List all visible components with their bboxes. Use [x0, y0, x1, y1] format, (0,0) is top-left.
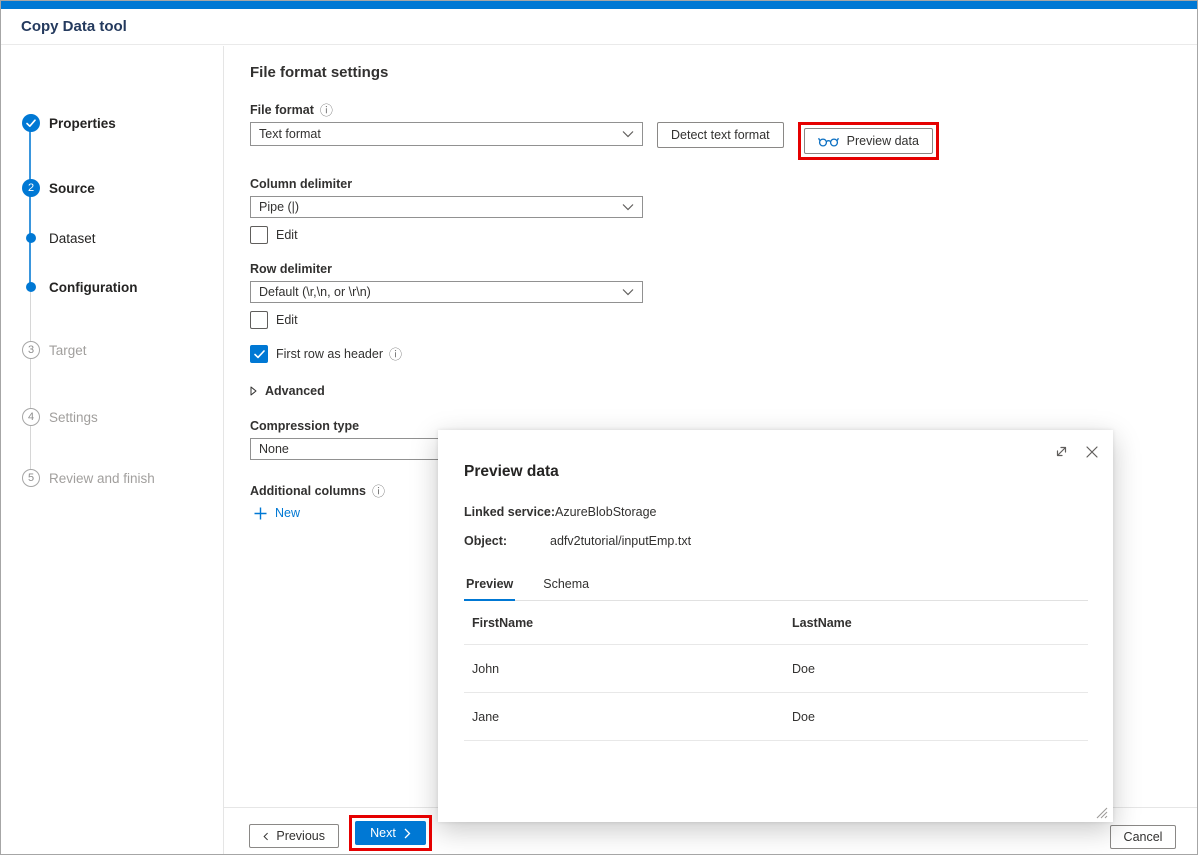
step-label: Review and finish — [49, 471, 155, 486]
step-label: Settings — [49, 410, 98, 425]
section-heading: File format settings — [250, 64, 1197, 81]
info-icon[interactable]: ⓘ — [372, 485, 385, 498]
row-delimiter-edit-checkbox[interactable]: Edit — [250, 311, 1197, 329]
window-header: Copy Data tool — [1, 9, 1197, 45]
info-icon[interactable]: ⓘ — [389, 348, 402, 361]
step-label: Target — [49, 343, 87, 358]
table-cell: Doe — [784, 710, 1088, 724]
table-row: John Doe — [464, 645, 1088, 693]
step-target[interactable]: 3 Target — [22, 341, 87, 359]
column-header: LastName — [784, 616, 1088, 630]
column-delimiter-label: Column delimiter — [250, 177, 1197, 191]
table-cell: Jane — [464, 710, 784, 724]
object-value: adfv2tutorial/inputEmp.txt — [550, 534, 691, 548]
step-properties[interactable]: Properties — [22, 114, 116, 132]
stepper-connector-active — [29, 123, 31, 287]
chevron-down-icon — [622, 130, 634, 138]
preview-table: FirstName LastName John Doe Jane Doe — [464, 601, 1088, 741]
highlight-box-preview-data: Preview data — [798, 122, 939, 160]
resize-handle[interactable] — [1094, 805, 1108, 819]
first-row-as-header-checkbox[interactable]: First row as header ⓘ — [250, 345, 1197, 363]
step-dot-icon — [22, 229, 40, 247]
chevron-down-icon — [622, 288, 634, 296]
plus-icon — [254, 507, 267, 520]
chevron-right-icon — [404, 828, 411, 839]
cancel-button[interactable]: Cancel — [1110, 825, 1176, 849]
preview-data-dialog: Preview data Linked service: AzureBlobSt… — [438, 430, 1113, 822]
accent-topbar — [1, 1, 1197, 9]
step-label: Properties — [49, 116, 116, 131]
linked-service-label: Linked service: — [464, 505, 555, 519]
expand-dialog-button[interactable] — [1053, 443, 1070, 460]
chevron-left-icon — [263, 831, 268, 842]
column-delimiter-edit-checkbox[interactable]: Edit — [250, 226, 1197, 244]
column-delimiter-dropdown[interactable]: Pipe (|) — [250, 196, 643, 218]
checkbox-unchecked-icon — [250, 226, 268, 244]
step-number-badge: 5 — [22, 469, 40, 487]
step-number-badge: 4 — [22, 408, 40, 426]
step-number-badge: 2 — [22, 179, 40, 197]
column-header: FirstName — [464, 616, 784, 630]
step-completed-icon — [22, 114, 40, 132]
step-label: Source — [49, 181, 95, 196]
wizard-stepper: Properties 2 Source Dataset Configuratio… — [1, 46, 224, 854]
step-label: Configuration — [49, 280, 137, 295]
info-icon[interactable]: ⓘ — [320, 104, 333, 117]
dialog-title: Preview data — [464, 463, 1088, 481]
chevron-down-icon — [622, 203, 634, 211]
step-source[interactable]: 2 Source — [22, 179, 95, 197]
file-format-dropdown[interactable]: Text format — [250, 122, 643, 146]
detect-text-format-button[interactable]: Detect text format — [657, 122, 784, 148]
next-button[interactable]: Next — [355, 821, 426, 845]
table-header-row: FirstName LastName — [464, 601, 1088, 645]
close-dialog-button[interactable] — [1083, 443, 1100, 460]
highlight-box-next: Next — [349, 815, 432, 851]
linked-service-row: Linked service: AzureBlobStorage — [464, 505, 1088, 519]
step-dot-icon — [22, 278, 40, 296]
table-cell: Doe — [784, 662, 1088, 676]
add-new-column-button[interactable]: New — [254, 506, 300, 520]
table-row: Jane Doe — [464, 693, 1088, 741]
file-format-label: File format ⓘ — [250, 103, 1197, 117]
close-icon — [1085, 445, 1099, 459]
step-label: Dataset — [49, 231, 96, 246]
glasses-icon — [818, 136, 839, 147]
step-settings[interactable]: 4 Settings — [22, 408, 98, 426]
copy-data-tool-window: Copy Data tool Properties 2 Source Datas… — [0, 0, 1198, 855]
step-dataset[interactable]: Dataset — [22, 229, 96, 247]
resize-grip-icon — [1094, 805, 1108, 819]
step-review-and-finish[interactable]: 5 Review and finish — [22, 469, 155, 487]
triangle-right-icon — [250, 386, 257, 396]
tab-preview[interactable]: Preview — [464, 577, 515, 600]
table-cell: John — [464, 662, 784, 676]
linked-service-value: AzureBlobStorage — [555, 505, 656, 519]
page-title: Copy Data tool — [21, 18, 127, 35]
dialog-tabs: Preview Schema — [464, 577, 1088, 601]
step-configuration[interactable]: Configuration — [22, 278, 137, 296]
row-delimiter-label: Row delimiter — [250, 262, 1197, 276]
stepper-connector-future — [30, 287, 31, 478]
object-label: Object: — [464, 534, 550, 548]
checkbox-unchecked-icon — [250, 311, 268, 329]
advanced-expander[interactable]: Advanced — [250, 384, 1197, 398]
checkbox-checked-icon — [250, 345, 268, 363]
object-row: Object: adfv2tutorial/inputEmp.txt — [464, 534, 1088, 548]
expand-icon — [1054, 444, 1069, 459]
preview-data-button[interactable]: Preview data — [804, 128, 933, 154]
previous-button[interactable]: Previous — [249, 824, 339, 848]
tab-schema[interactable]: Schema — [541, 577, 591, 600]
step-number-badge: 3 — [22, 341, 40, 359]
row-delimiter-dropdown[interactable]: Default (\r,\n, or \r\n) — [250, 281, 643, 303]
